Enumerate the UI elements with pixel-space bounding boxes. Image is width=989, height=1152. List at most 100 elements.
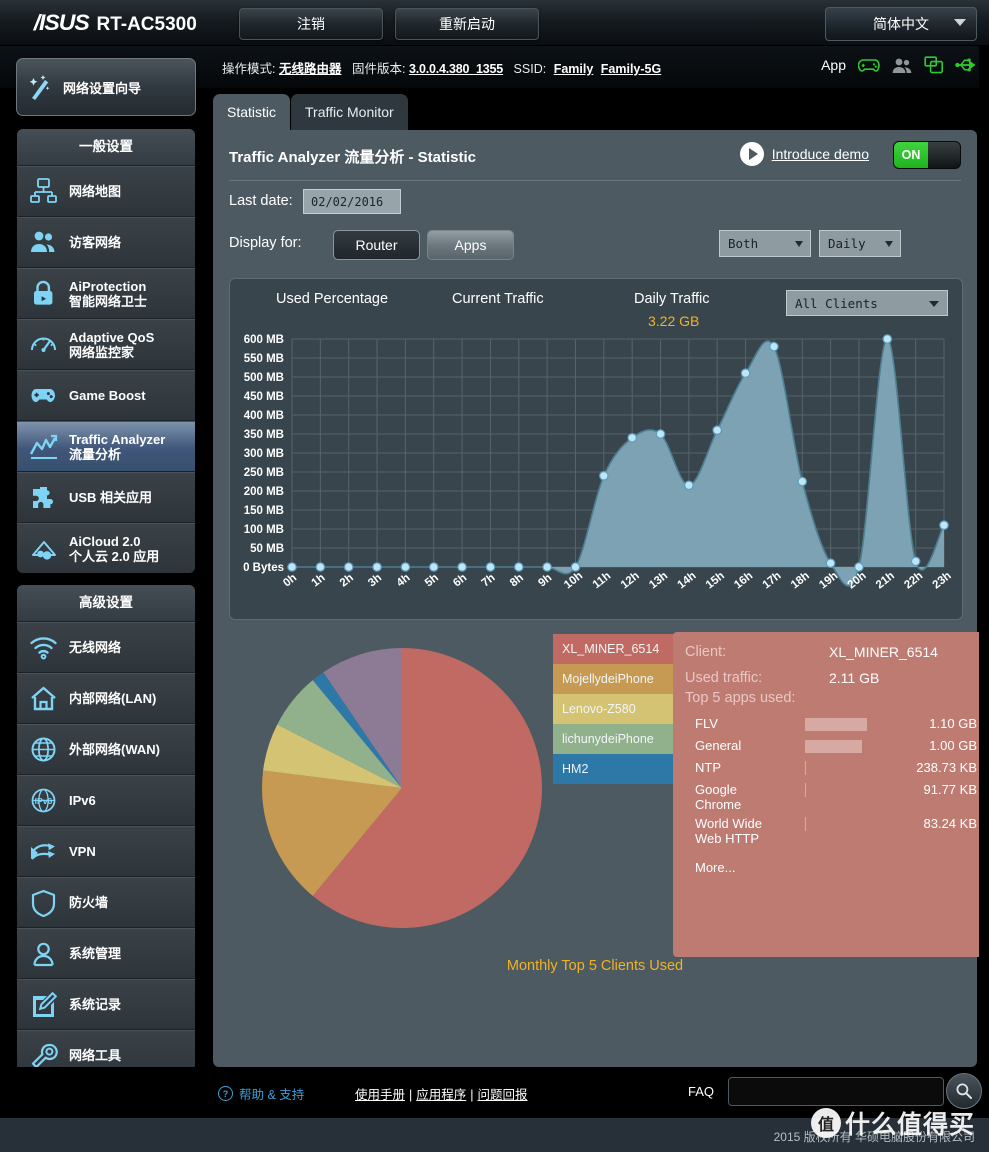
app-icon-row: App — [821, 56, 977, 74]
last-date-label: Last date: — [229, 193, 293, 209]
sidebar-item-usb[interactable]: USB 相关应用 — [17, 472, 195, 523]
detail-client-label: Client: — [685, 644, 727, 660]
lock-icon — [17, 279, 69, 308]
app-usage-size: 83.24 KB — [923, 816, 978, 831]
app-name: General — [695, 738, 742, 753]
svg-text:7h: 7h — [480, 572, 498, 590]
period-select[interactable]: Daily — [819, 230, 901, 257]
logout-button[interactable]: 注销 — [239, 8, 383, 40]
app-name: FLV — [695, 716, 718, 731]
sidebar-item-label: 无线网络 — [69, 640, 122, 655]
utility-link[interactable]: 应用程序 — [416, 1088, 466, 1102]
more-link[interactable]: More... — [695, 860, 735, 875]
sidebar-item-[interactable]: 访客网络 — [17, 217, 195, 268]
sidebar-item-lan[interactable]: 内部网络(LAN) — [17, 673, 195, 724]
sidebar-item-label: 系统管理 — [69, 946, 122, 961]
legend-item[interactable]: Lenovo-Z580 — [553, 694, 681, 724]
app-name: NTP — [695, 760, 721, 775]
sidebar-item-[interactable]: 系统管理 — [17, 928, 195, 979]
show-by-select[interactable]: Both — [719, 230, 811, 257]
top-bar: /ISUS RT-AC5300 注销 重新启动 简体中文 — [0, 0, 989, 46]
sidebar-item-aiprotection[interactable]: AiProtection 智能网络卫士 — [17, 268, 195, 319]
sidebar-item-[interactable]: 无线网络 — [17, 622, 195, 673]
app-usage-bar — [805, 740, 862, 753]
chart-svg: 0 Bytes 50 MB 100 MB 150 MB 200 MB 250 MB 300 … — [243, 334, 954, 592]
introduce-demo[interactable]: Introduce demo — [739, 142, 869, 166]
introduce-demo-link[interactable]: Introduce demo — [772, 146, 869, 162]
gamepad-icon[interactable] — [858, 57, 880, 73]
toggle-knob[interactable] — [928, 142, 960, 168]
svg-text:1h: 1h — [310, 572, 328, 590]
sidebar-item-label: IPv6 — [69, 793, 96, 808]
detail-used-value: 2.11 GB — [829, 670, 880, 686]
svg-text:18h: 18h — [789, 570, 812, 592]
svg-text:4h: 4h — [395, 572, 413, 590]
sidebar-group-title: 一般设置 — [17, 129, 195, 166]
pie-legend: XL_MINER_6514 MojellydeiPhone Lenovo-Z580 l… — [553, 634, 681, 784]
ssid-2g[interactable]: Family — [554, 62, 594, 76]
app-usage-tick — [805, 817, 806, 831]
client-filter-select[interactable]: All Clients — [786, 290, 948, 316]
app-usage-size: 1.10 GB — [929, 716, 977, 731]
user-admin-icon — [17, 939, 69, 968]
toggle-state-label: ON — [894, 142, 928, 168]
help-support-link[interactable]: ? 帮助 & 支持 — [218, 1084, 304, 1103]
ssid-5g[interactable]: Family-5G — [601, 62, 661, 76]
last-date-input[interactable]: 02/02/2016 — [303, 189, 401, 214]
app-usage-row: General 1.00 GB — [695, 738, 977, 758]
app-name: World Wide Web HTTP — [695, 816, 762, 846]
language-select[interactable]: 简体中文 — [825, 7, 977, 41]
legend-item[interactable]: XL_MINER_6514 — [553, 634, 681, 664]
sidebar-item-game-boost[interactable]: Game Boost — [17, 370, 195, 421]
pie-caption: Monthly Top 5 Clients Used — [506, 958, 684, 974]
faq-search-input[interactable] — [728, 1077, 944, 1106]
play-icon[interactable] — [739, 142, 764, 166]
svg-text:300 MB: 300 MB — [244, 448, 284, 460]
firmware-value[interactable]: 3.0.0.4.380_1355 — [409, 62, 503, 76]
legend-item[interactable]: MojellydeiPhone — [553, 664, 681, 694]
sidebar-item-aicloud-2-0[interactable]: AiCloud 2.0 个人云 2.0 应用 — [17, 523, 195, 573]
display-router-button[interactable]: Router — [333, 230, 420, 260]
search-button[interactable] — [946, 1073, 982, 1109]
operation-mode-value[interactable]: 无线路由器 — [279, 62, 342, 76]
sidebar-item-network-wizard[interactable]: 网络设置向导 — [16, 58, 196, 116]
tab-traffic-monitor[interactable]: Traffic Monitor — [291, 94, 408, 130]
sidebar-item-[interactable]: 网络地图 — [17, 166, 195, 217]
sidebar: 网络设置向导 一般设置 网络地图 访客网络 AiProtection 智能网络卫士 Ada… — [0, 46, 212, 1081]
manual-link[interactable]: 使用手册 — [355, 1088, 405, 1102]
sidebar-item-label: 内部网络(LAN) — [69, 691, 157, 706]
reboot-button[interactable]: 重新启动 — [395, 8, 539, 40]
tab-statistic[interactable]: Statistic — [213, 94, 291, 130]
legend-item[interactable]: HM2 — [553, 754, 681, 784]
sidebar-item-[interactable]: 防火墙 — [17, 877, 195, 928]
svg-text:200 MB: 200 MB — [244, 486, 284, 498]
shield-icon — [17, 888, 69, 917]
cloud-icon — [17, 534, 69, 563]
monitor-icon[interactable] — [924, 56, 944, 74]
right-bezel — [979, 46, 989, 1067]
svg-text:500 MB: 500 MB — [244, 372, 284, 384]
clients-summary-card: XL_MINER_6514 MojellydeiPhone Lenovo-Z580 l… — [229, 628, 986, 1051]
sidebar-item-adaptive-qos[interactable]: Adaptive QoS 网络监控家 — [17, 319, 195, 370]
sidebar-item-ipv6[interactable]: IPv6 IPv6 — [17, 775, 195, 826]
sidebar-item-wan[interactable]: 外部网络(WAN) — [17, 724, 195, 775]
usb-icon[interactable] — [955, 57, 977, 73]
search-icon — [956, 1083, 972, 1099]
traffic-chart-card: Used Percentage Current Traffic Daily Tr… — [229, 278, 963, 620]
users-icon[interactable] — [891, 57, 913, 74]
traffic-analyzer-toggle[interactable]: ON — [893, 141, 961, 169]
sidebar-item-label: 外部网络(WAN) — [69, 742, 160, 757]
svg-text:50 MB: 50 MB — [250, 543, 284, 555]
app-name: Google Chrome — [695, 782, 742, 812]
detail-used-label: Used traffic: — [685, 670, 763, 686]
sidebar-item-traffic-analyzer[interactable]: Traffic Analyzer 流量分析 — [17, 421, 195, 472]
app-usage-size: 1.00 GB — [929, 738, 977, 753]
feedback-link[interactable]: 问题回报 — [478, 1088, 528, 1102]
sidebar-item-[interactable]: 系统记录 — [17, 979, 195, 1030]
legend-item[interactable]: lichunydeiPhone — [553, 724, 681, 754]
sidebar-item-vpn[interactable]: VPN — [17, 826, 195, 877]
display-apps-button[interactable]: Apps — [427, 230, 514, 260]
chevron-down-icon — [954, 19, 966, 26]
sidebar-group-title: 高级设置 — [17, 585, 195, 622]
col-current-traffic: Current Traffic — [452, 291, 544, 307]
